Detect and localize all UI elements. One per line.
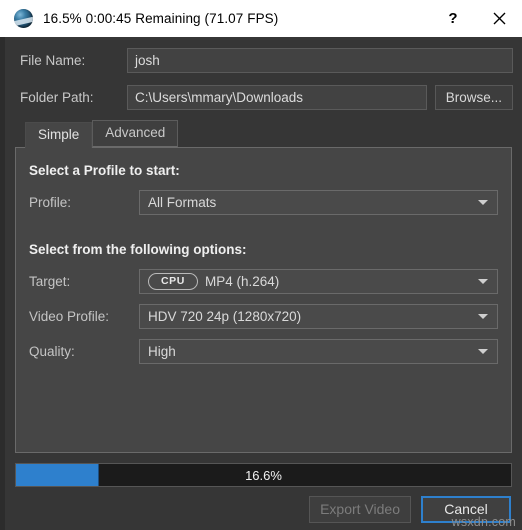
close-icon[interactable] xyxy=(476,0,522,37)
window-title: 16.5% 0:00:45 Remaining (71.07 FPS) xyxy=(43,11,279,26)
options-section-heading: Select from the following options: xyxy=(29,242,247,257)
openshot-logo-icon xyxy=(14,9,33,28)
cpu-badge: CPU xyxy=(148,272,198,290)
folder-path-label: Folder Path: xyxy=(20,89,94,105)
quality-row: Quality: High xyxy=(29,338,498,364)
video-profile-select[interactable]: HDV 720 24p (1280x720) xyxy=(139,303,498,329)
target-select-value: MP4 (h.264) xyxy=(204,273,280,289)
progress-label: 16.6% xyxy=(245,467,282,483)
target-row: Target: CPU MP4 (h.264) xyxy=(29,268,498,294)
profile-select-value: All Formats xyxy=(148,194,217,210)
quality-select[interactable]: High xyxy=(139,338,498,364)
dialog-footer: Export Video Cancel xyxy=(14,496,513,523)
folder-path-input[interactable]: C:\Users\mmary\Downloads xyxy=(127,84,427,110)
chevron-down-icon xyxy=(478,314,488,319)
chevron-down-icon xyxy=(478,279,488,284)
video-profile-select-value: HDV 720 24p (1280x720) xyxy=(148,308,302,324)
export-video-dialog: 16.5% 0:00:45 Remaining (71.07 FPS) ? Fi… xyxy=(0,0,522,530)
simple-tab-panel: Select a Profile to start: Profile: All … xyxy=(15,147,512,453)
video-profile-label: Video Profile: xyxy=(29,308,110,324)
profile-select[interactable]: All Formats xyxy=(139,189,498,215)
tab-advanced[interactable]: Advanced xyxy=(92,120,179,147)
folder-path-row: Folder Path: C:\Users\mmary\Downloads Br… xyxy=(14,84,513,110)
target-label: Target: xyxy=(29,273,71,289)
file-name-input[interactable]: josh xyxy=(127,47,513,73)
chevron-down-icon xyxy=(478,349,488,354)
dialog-body: File Name: josh Folder Path: C:\Users\mm… xyxy=(5,37,522,530)
video-profile-row: Video Profile: HDV 720 24p (1280x720) xyxy=(29,303,498,329)
title-bar: 16.5% 0:00:45 Remaining (71.07 FPS) ? xyxy=(0,0,522,37)
file-name-row: File Name: josh xyxy=(14,47,513,73)
target-select[interactable]: CPU MP4 (h.264) xyxy=(139,268,498,294)
export-video-button[interactable]: Export Video xyxy=(309,496,411,523)
profile-section-heading: Select a Profile to start: xyxy=(29,163,180,178)
chevron-down-icon xyxy=(478,200,488,205)
profile-label: Profile: xyxy=(29,194,72,210)
browse-button[interactable]: Browse... xyxy=(434,84,513,110)
quality-select-value: High xyxy=(148,343,176,359)
export-progress-bar: 16.6% xyxy=(15,463,512,487)
profile-row: Profile: All Formats xyxy=(29,189,498,215)
file-name-label: File Name: xyxy=(20,52,86,68)
help-icon[interactable]: ? xyxy=(430,0,476,37)
quality-label: Quality: xyxy=(29,343,75,359)
site-watermark: wsxdn.com xyxy=(451,515,516,529)
tab-bar: Simple Advanced xyxy=(14,120,513,148)
tab-simple[interactable]: Simple xyxy=(25,122,93,148)
